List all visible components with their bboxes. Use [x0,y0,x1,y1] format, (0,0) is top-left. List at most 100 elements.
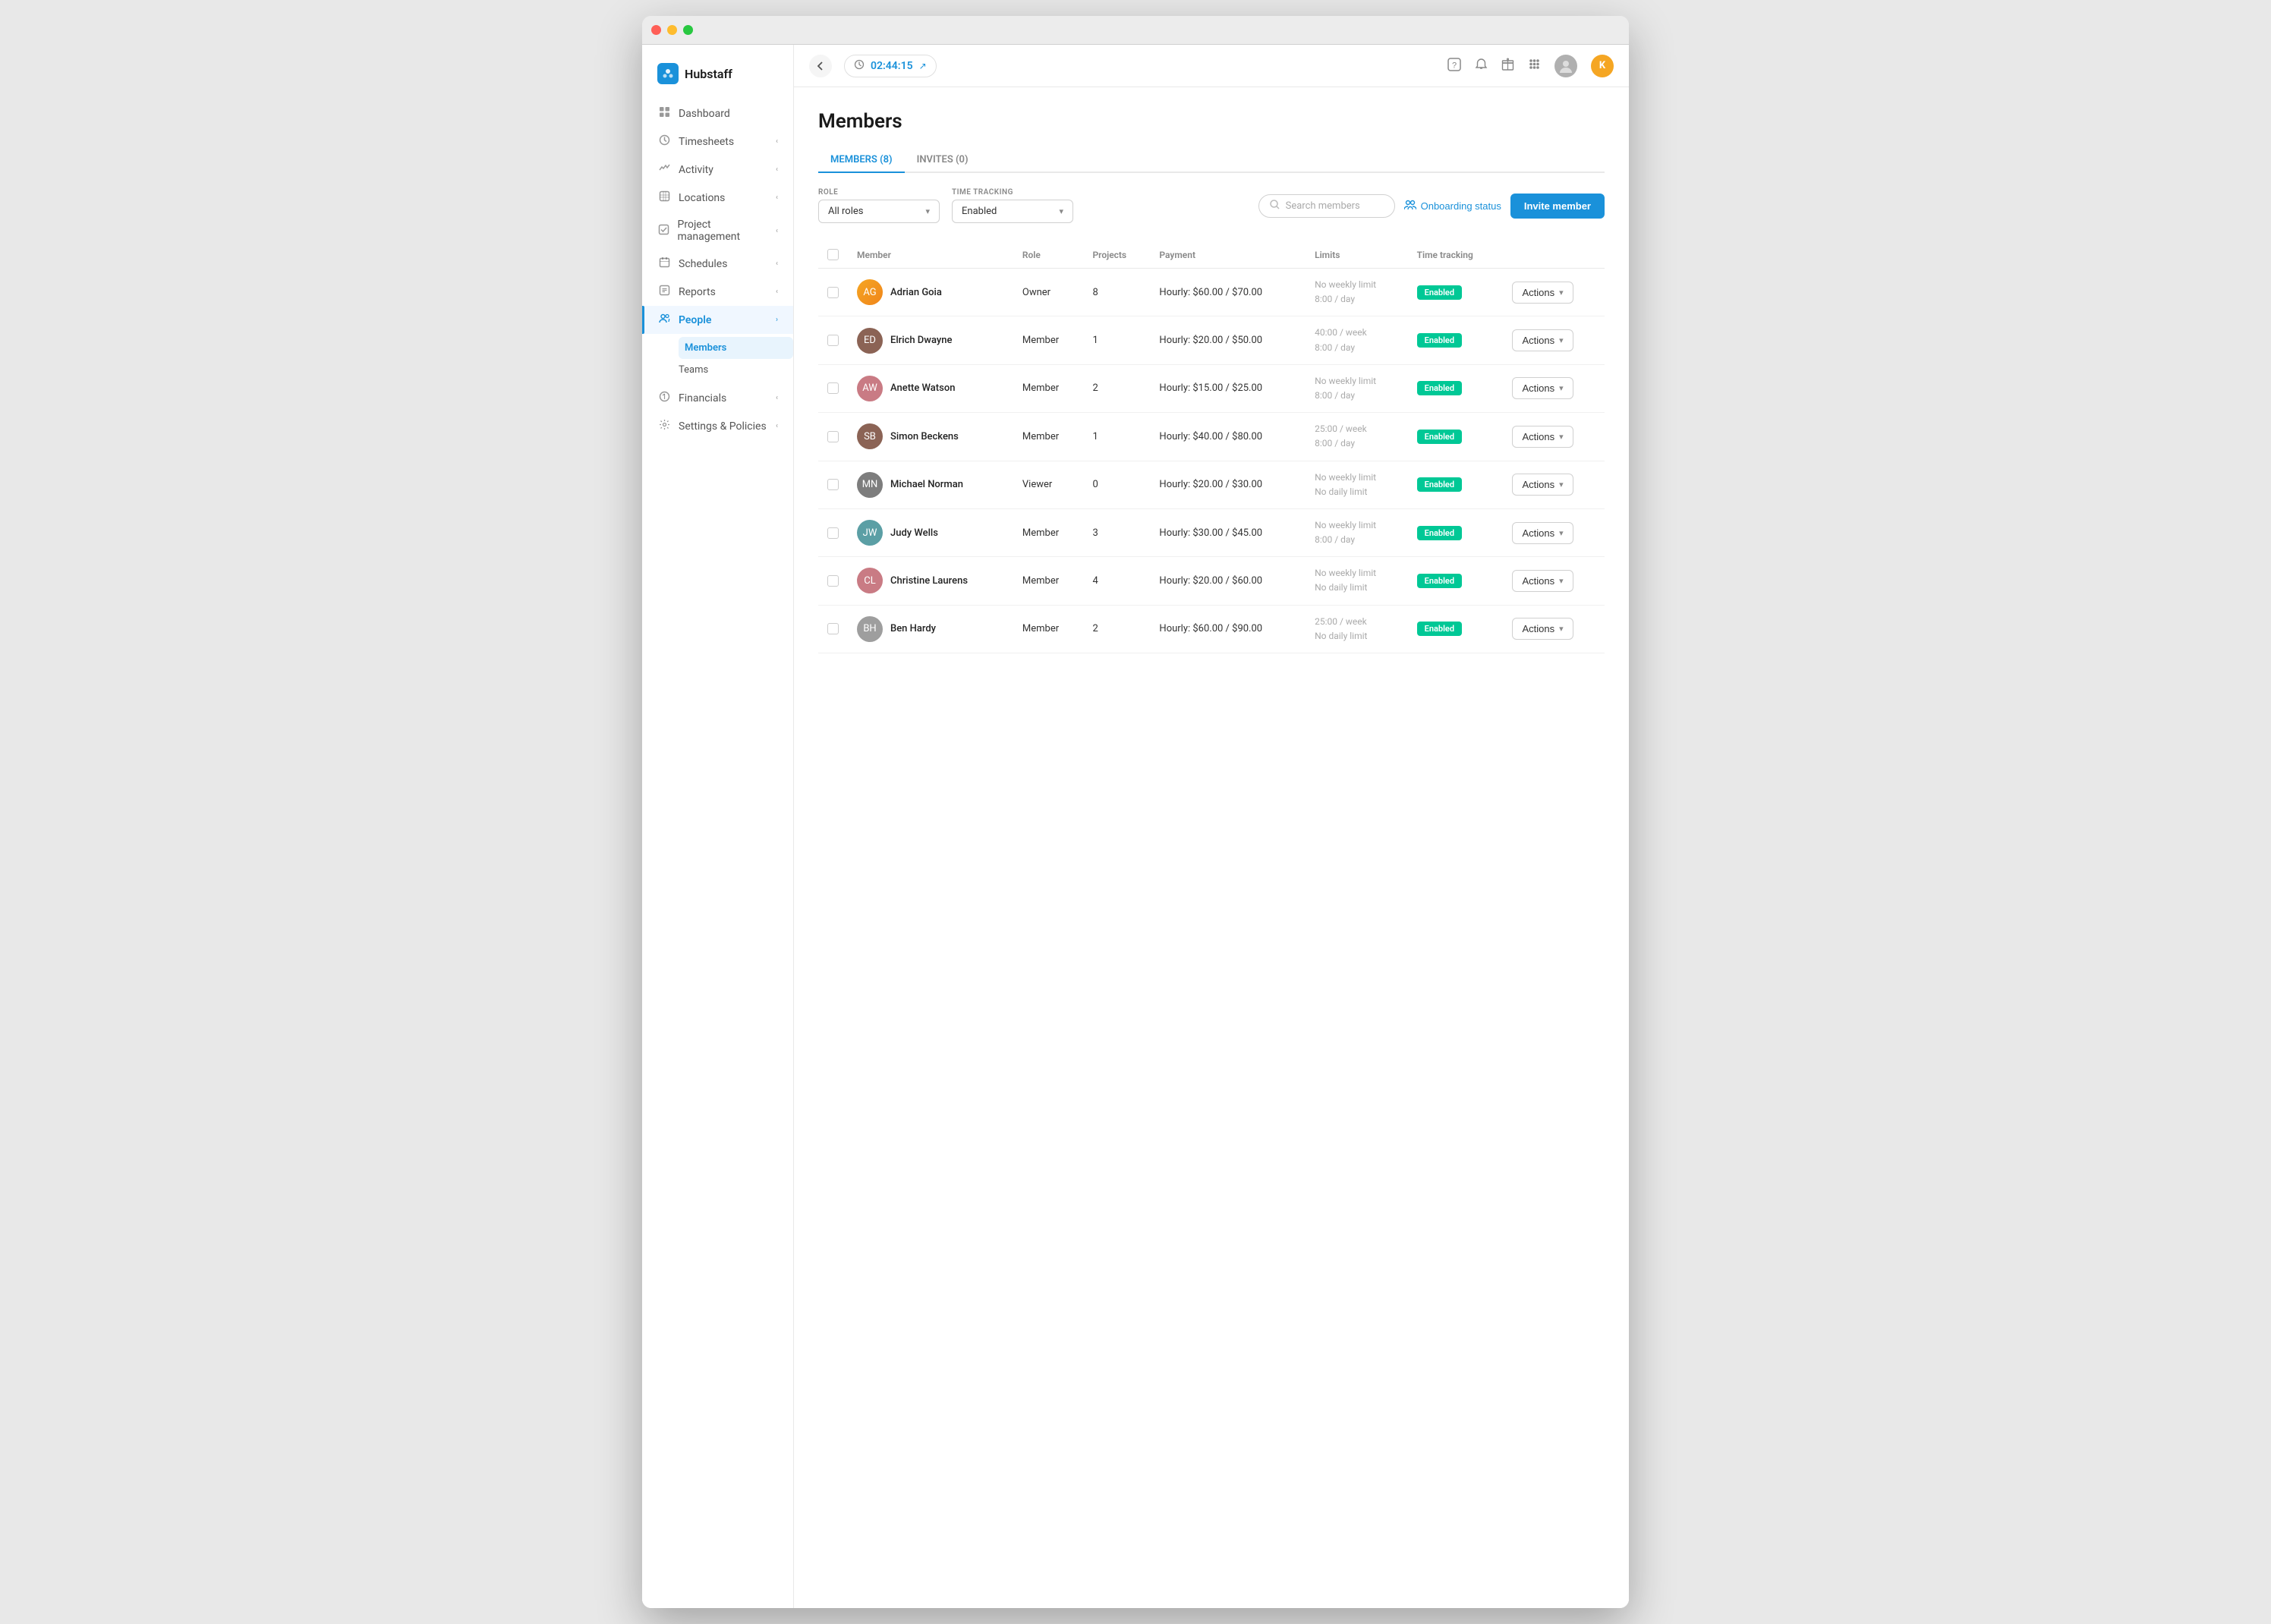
minimize-dot[interactable] [667,25,677,35]
row-time-tracking-judy-wells: Enabled [1408,508,1504,556]
page-title: Members [818,110,1605,133]
onboarding-people-icon [1404,200,1416,212]
header-checkbox[interactable] [827,249,839,260]
sidebar-item-teams[interactable]: Teams [679,359,793,381]
user-avatar[interactable] [1554,55,1577,77]
actions-button-christine-laurens[interactable]: Actions ▾ [1512,570,1573,592]
actions-chevron-icon-michael-norman: ▾ [1559,480,1564,489]
member-avatar-judy-wells: JW [857,520,883,546]
row-limits-ben-hardy: 25:00 / weekNo daily limit [1306,605,1408,653]
row-actions-cell-elrich-dwayne: Actions ▾ [1503,316,1605,364]
account-avatar[interactable]: K [1591,55,1614,77]
row-checkbox-elrich-dwayne[interactable] [827,335,839,346]
timer-widget[interactable]: 02:44:15 ↗ [844,55,937,77]
row-payment-christine-laurens: Hourly: $20.00 / $60.00 [1150,557,1306,605]
row-projects-simon-beckens: 1 [1083,413,1150,461]
sidebar-item-timesheets-label: Timesheets [679,136,734,148]
locations-icon [657,190,671,205]
close-dot[interactable] [651,25,661,35]
sidebar-subnav: Members Teams [642,334,793,384]
sidebar-item-dashboard[interactable]: Dashboard [642,99,793,127]
tab-invites[interactable]: INVITES (0) [905,148,981,173]
table-row: BH Ben Hardy Member 2 Hourly: $60.00 / $… [818,605,1605,653]
row-checkbox-anette-watson[interactable] [827,382,839,394]
dashboard-icon [657,106,671,121]
actions-button-judy-wells[interactable]: Actions ▾ [1512,522,1573,544]
search-box[interactable]: Search members [1258,194,1395,218]
reports-icon [657,285,671,299]
locations-chevron-icon: ‹ [776,194,778,202]
sidebar-item-locations-label: Locations [679,192,725,204]
row-time-tracking-anette-watson: Enabled [1408,364,1504,412]
people-chevron-icon: › [776,316,778,324]
gift-icon[interactable] [1501,58,1514,74]
sidebar-item-settings[interactable]: Settings & Policies ‹ [642,412,793,440]
sidebar-item-project-management[interactable]: Project management ‹ [642,212,793,250]
maximize-dot[interactable] [683,25,693,35]
row-checkbox-adrian-goia[interactable] [827,287,839,298]
row-actions-cell-simon-beckens: Actions ▾ [1503,413,1605,461]
onboarding-status-label: Onboarding status [1421,200,1501,212]
sidebar-item-people[interactable]: People › [642,306,793,334]
logo-icon [657,63,679,84]
row-projects-judy-wells: 3 [1083,508,1150,556]
member-name-christine-laurens: Christine Laurens [890,575,968,587]
activity-chevron-icon: ‹ [776,165,778,174]
logo-text: Hubstaff [685,67,732,81]
sidebar-item-locations[interactable]: Locations ‹ [642,184,793,212]
tabs-bar: MEMBERS (8) INVITES (0) [818,148,1605,173]
sidebar-item-activity[interactable]: Activity ‹ [642,156,793,184]
sidebar-item-settings-label: Settings & Policies [679,420,767,433]
row-checkbox-judy-wells[interactable] [827,527,839,539]
row-projects-christine-laurens: 4 [1083,557,1150,605]
help-icon[interactable]: ? [1447,58,1461,74]
row-limits-adrian-goia: No weekly limit8:00 / day [1306,269,1408,316]
row-limits-christine-laurens: No weekly limitNo daily limit [1306,557,1408,605]
member-name-ben-hardy: Ben Hardy [890,623,936,634]
role-filter-group: ROLE All roles ▾ [818,188,940,223]
role-select[interactable]: All roles ▾ [818,200,940,223]
activity-icon [657,162,671,177]
topbar-icons: ? K [1447,55,1614,77]
row-time-tracking-simon-beckens: Enabled [1408,413,1504,461]
sidebar-item-financials[interactable]: Financials ‹ [642,384,793,412]
member-avatar-anette-watson: AW [857,376,883,401]
row-actions-cell-ben-hardy: Actions ▾ [1503,605,1605,653]
header-limits: Limits [1306,241,1408,269]
invite-member-button[interactable]: Invite member [1510,194,1605,219]
actions-chevron-icon-ben-hardy: ▾ [1559,624,1564,634]
sidebar-item-schedules[interactable]: Schedules ‹ [642,250,793,278]
row-member-ben-hardy: BH Ben Hardy [848,605,1013,653]
row-checkbox-simon-beckens[interactable] [827,431,839,442]
row-checkbox-michael-norman[interactable] [827,479,839,490]
actions-button-michael-norman[interactable]: Actions ▾ [1512,474,1573,496]
actions-button-adrian-goia[interactable]: Actions ▾ [1512,282,1573,304]
back-button[interactable] [809,55,832,77]
bell-icon[interactable] [1475,58,1488,74]
sidebar-item-activity-label: Activity [679,164,713,176]
time-tracking-badge-ben-hardy: Enabled [1417,622,1462,636]
app-layout: Hubstaff Dashboard Timesheets ‹ Acti [642,45,1629,1608]
tab-members[interactable]: MEMBERS (8) [818,148,905,173]
sidebar-item-timesheets[interactable]: Timesheets ‹ [642,127,793,156]
row-time-tracking-michael-norman: Enabled [1408,461,1504,508]
row-checkbox-christine-laurens[interactable] [827,575,839,587]
row-checkbox-ben-hardy[interactable] [827,623,839,634]
row-checkbox-cell [818,605,848,653]
actions-button-ben-hardy[interactable]: Actions ▾ [1512,618,1573,640]
actions-button-anette-watson[interactable]: Actions ▾ [1512,377,1573,399]
row-member-anette-watson: AW Anette Watson [848,364,1013,412]
row-payment-michael-norman: Hourly: $20.00 / $30.00 [1150,461,1306,508]
actions-button-simon-beckens[interactable]: Actions ▾ [1512,426,1573,448]
sidebar-item-reports[interactable]: Reports ‹ [642,278,793,306]
time-tracking-select[interactable]: Enabled ▾ [952,200,1073,223]
actions-button-elrich-dwayne[interactable]: Actions ▾ [1512,329,1573,351]
onboarding-status-button[interactable]: Onboarding status [1404,200,1501,212]
sidebar-item-members[interactable]: Members [679,337,793,359]
row-time-tracking-ben-hardy: Enabled [1408,605,1504,653]
sidebar: Hubstaff Dashboard Timesheets ‹ Acti [642,45,794,1608]
header-actions [1503,241,1605,269]
member-avatar-christine-laurens: CL [857,568,883,593]
row-limits-simon-beckens: 25:00 / week8:00 / day [1306,413,1408,461]
grid-icon[interactable] [1528,58,1541,74]
